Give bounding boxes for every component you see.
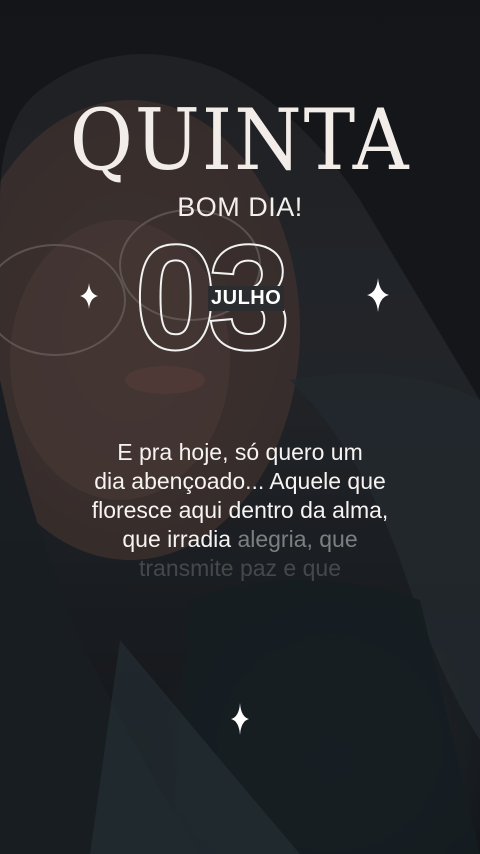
message-line: floresce aqui dentro da alma, bbox=[91, 497, 389, 523]
message-text: E pra hoje, só quero um dia abençoado...… bbox=[40, 438, 440, 583]
message-fragment-fading: alegria, que bbox=[237, 526, 358, 552]
message-line: que irradia alegria, que bbox=[40, 525, 440, 554]
message-line: dia abençoado... Aquele que bbox=[94, 468, 386, 494]
month-label: JULHO bbox=[208, 286, 285, 311]
message-line-fading: transmite paz e que bbox=[138, 555, 341, 581]
weekday-title: QUINTA bbox=[69, 91, 411, 189]
message-fragment: que irradia bbox=[122, 526, 238, 552]
sparkle-icon bbox=[231, 703, 249, 735]
message-line: E pra hoje, só quero um bbox=[117, 439, 363, 465]
sparkle-icon bbox=[367, 278, 389, 312]
sparkle-icon bbox=[80, 283, 98, 309]
